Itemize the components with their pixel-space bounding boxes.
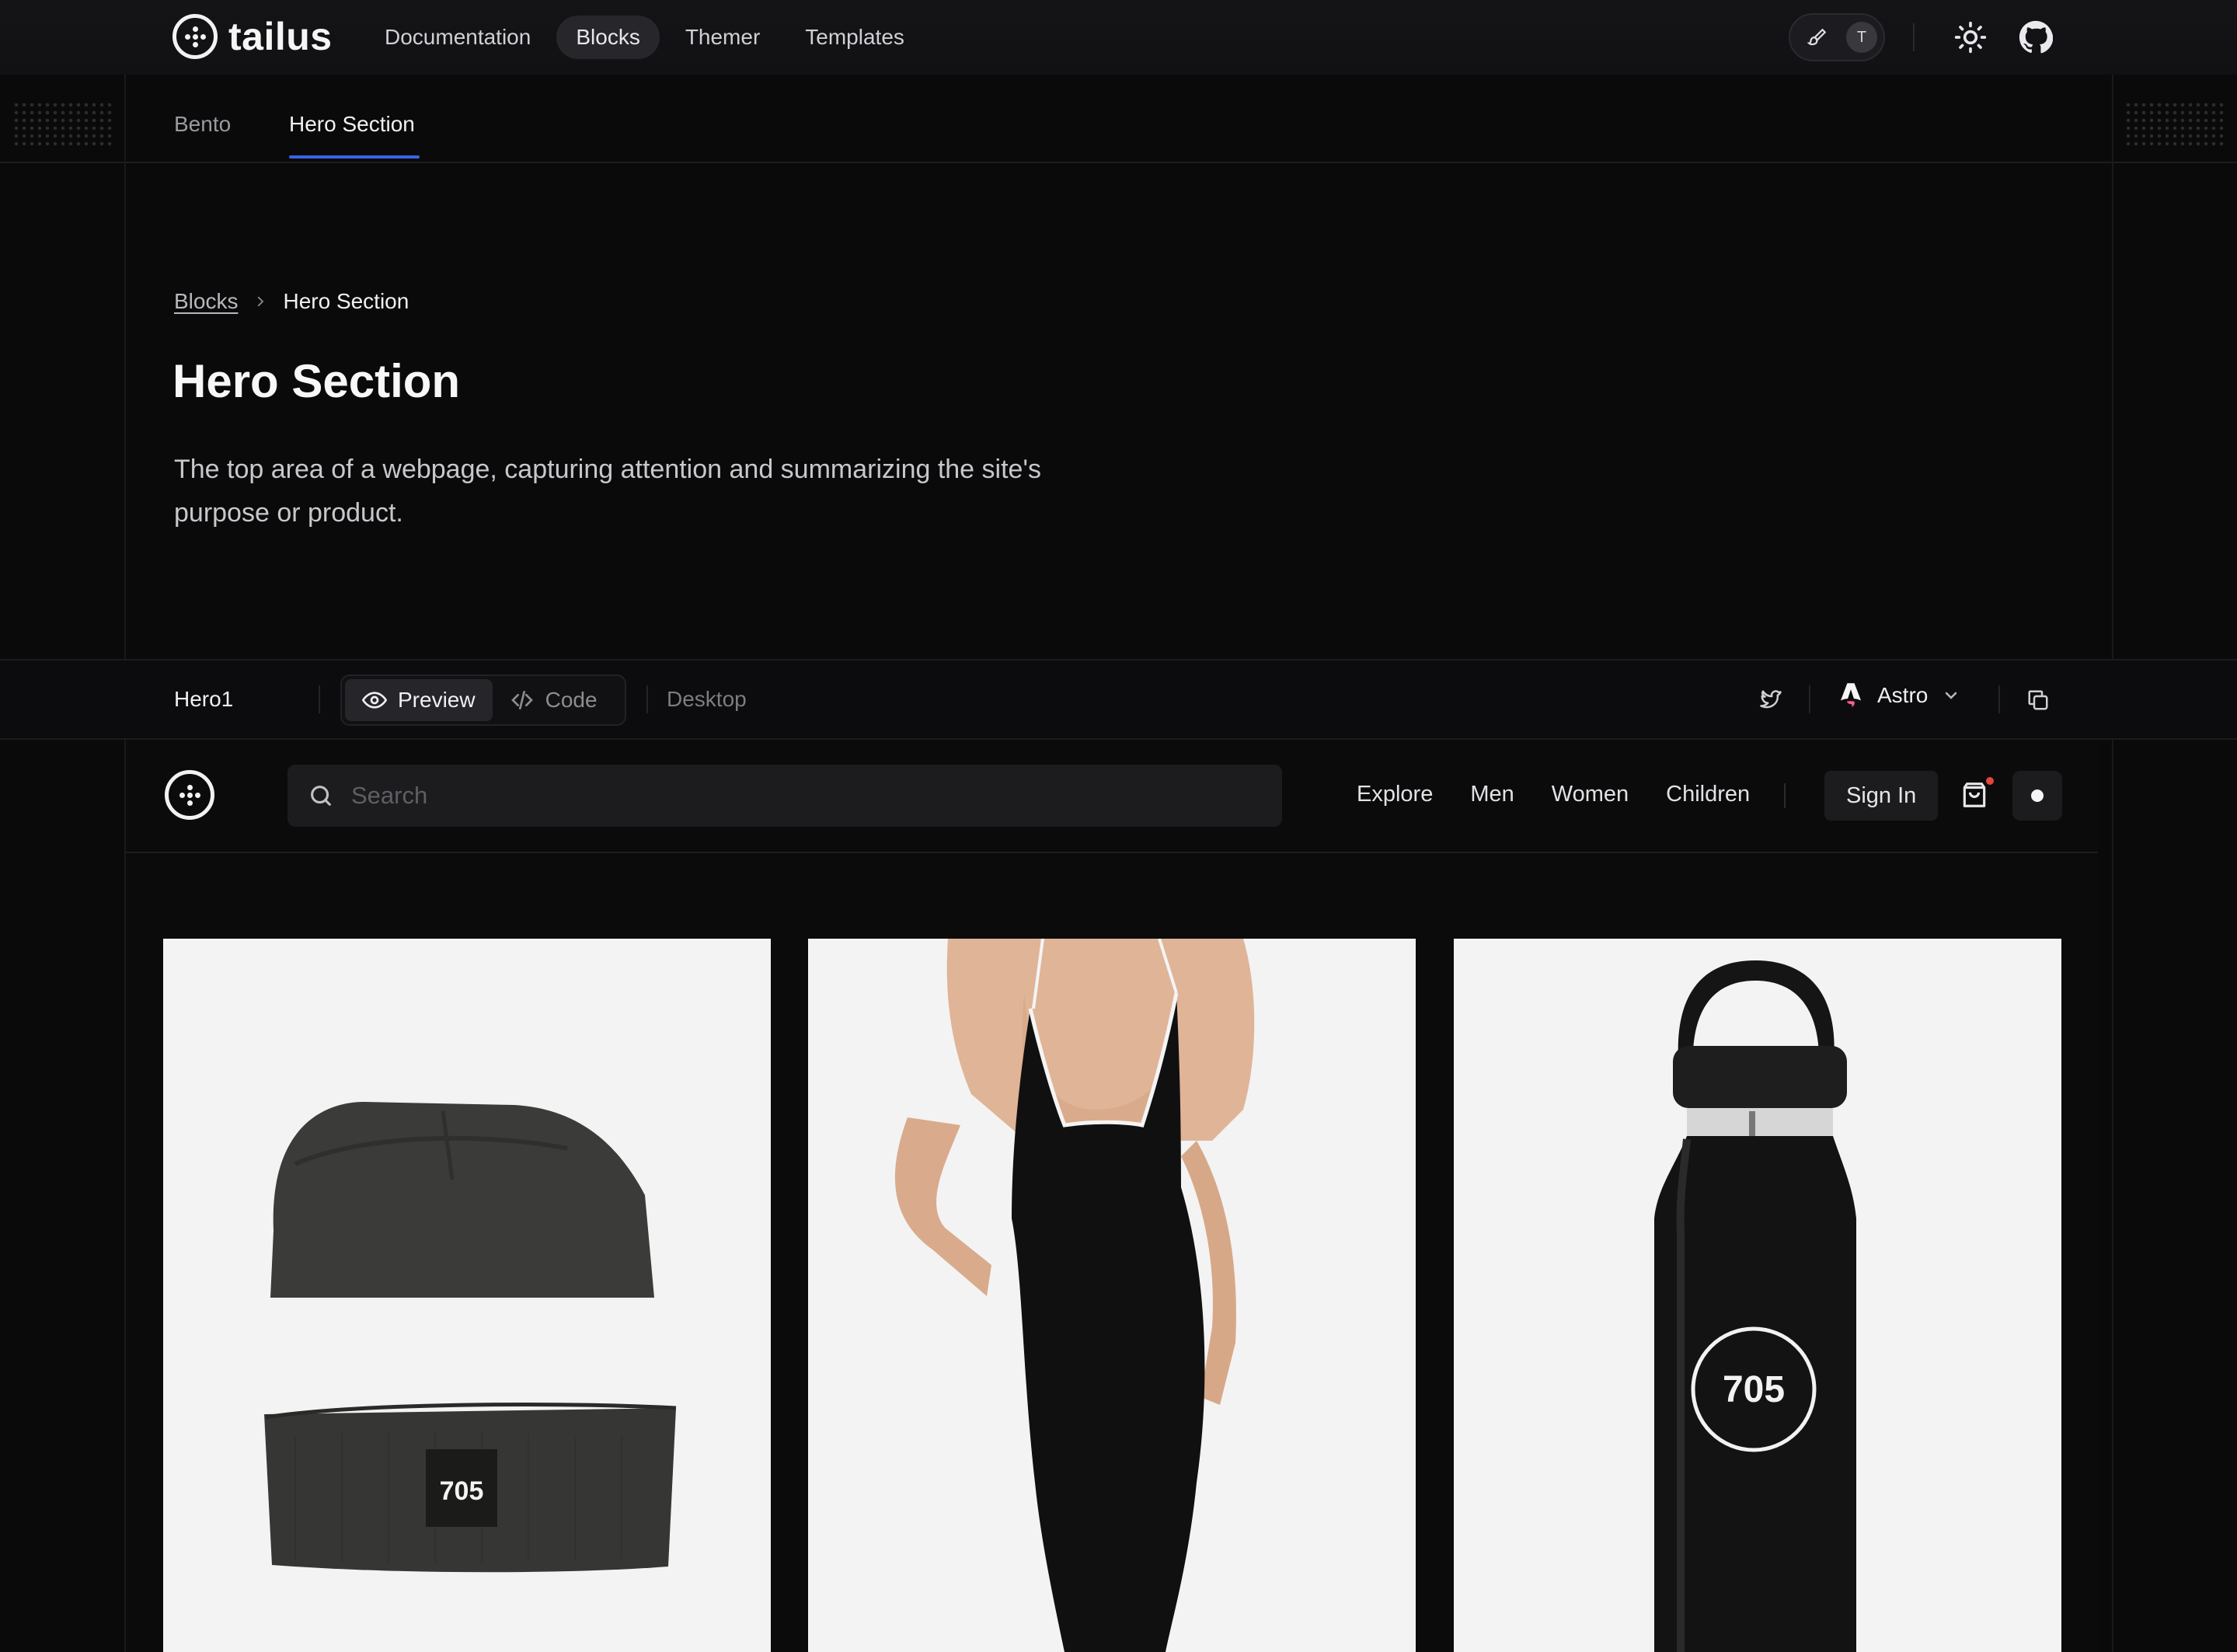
store-nav-explore[interactable]: Explore xyxy=(1357,782,1433,807)
preview-tab[interactable]: Preview xyxy=(345,679,493,721)
active-tab-indicator xyxy=(289,155,420,159)
nav-themer[interactable]: Themer xyxy=(666,16,779,59)
breadcrumb-link-blocks[interactable]: Blocks xyxy=(174,289,238,314)
store-search-input[interactable] xyxy=(351,782,1206,810)
cart-notification-dot xyxy=(1986,777,1994,785)
github-icon[interactable] xyxy=(2019,20,2053,54)
tab-hero-section[interactable]: Hero Section xyxy=(289,112,415,137)
toolbar-divider xyxy=(1809,685,1810,713)
view-switcher: Preview Code xyxy=(340,674,626,726)
brush-icon xyxy=(1807,28,1827,46)
toolbar-divider xyxy=(1998,685,2000,713)
product-card-beanie[interactable]: 705 xyxy=(163,939,771,1652)
dress-image xyxy=(894,939,1255,1652)
toolbar-divider xyxy=(646,685,648,713)
eye-icon xyxy=(362,692,387,709)
theme-avatar: T xyxy=(1846,22,1877,53)
bottle-image: 705 xyxy=(1654,960,1856,1652)
block-name: Hero1 xyxy=(174,687,234,711)
product-card-bottle[interactable]: 705 xyxy=(1454,939,2061,1652)
theme-customizer-button[interactable]: T xyxy=(1789,13,1885,61)
store-nav: Explore Men Women Children xyxy=(1357,782,1750,807)
page-description: The top area of a webpage, capturing att… xyxy=(174,455,1041,528)
beanie-image: 705 xyxy=(264,1102,677,1573)
store-logo-icon[interactable] xyxy=(165,770,214,820)
store-nav-men[interactable]: Men xyxy=(1470,782,1514,807)
sun-icon[interactable] xyxy=(1953,20,1988,54)
code-label: Code xyxy=(545,688,598,712)
store-nav-women[interactable]: Women xyxy=(1552,782,1629,807)
top-navbar: tailus Documentation Blocks Themer Templ… xyxy=(0,0,2237,75)
shopping-bag-icon[interactable] xyxy=(1960,780,1989,810)
page-title: Hero Section xyxy=(172,355,461,407)
device-selector[interactable]: Desktop xyxy=(667,687,747,712)
astro-icon xyxy=(1840,683,1862,708)
nav-divider xyxy=(1913,23,1915,51)
breadcrumb-current: Hero Section xyxy=(283,289,409,313)
code-icon xyxy=(510,691,533,709)
twitter-icon[interactable] xyxy=(1759,688,1782,712)
preview-label: Preview xyxy=(398,688,476,712)
framework-selector[interactable]: Astro xyxy=(1838,682,1960,709)
store-nav-divider xyxy=(1784,783,1786,808)
beanie-badge-text: 705 xyxy=(440,1476,484,1506)
brand-logo[interactable]: tailus xyxy=(172,14,333,59)
layout-guide-right xyxy=(2112,0,2113,1652)
nav-templates[interactable]: Templates xyxy=(786,16,924,59)
brand-name: tailus xyxy=(228,15,333,58)
bottle-badge-text: 705 xyxy=(1723,1369,1785,1410)
chevron-down-icon xyxy=(1946,692,1957,699)
store-header-divider xyxy=(126,852,2098,853)
product-card-dress[interactable] xyxy=(808,939,1416,1652)
theme-toggle-button[interactable] xyxy=(2012,771,2062,821)
framework-label: Astro xyxy=(1877,683,1929,707)
copy-icon[interactable] xyxy=(2026,688,2050,712)
nav-blocks[interactable]: Blocks xyxy=(556,16,660,59)
chevron-right-icon xyxy=(258,296,264,307)
sign-in-button[interactable]: Sign In xyxy=(1824,771,1939,821)
main-nav: Documentation Blocks Themer Templates xyxy=(365,16,924,59)
preview-toolbar: Hero1 Preview Code Desktop Astro xyxy=(0,659,2237,740)
search-icon xyxy=(311,786,331,806)
store-search-bar[interactable] xyxy=(287,765,1282,827)
logo-icon xyxy=(172,14,218,59)
dot-icon xyxy=(2031,789,2044,802)
code-tab[interactable]: Code xyxy=(493,679,615,721)
store-nav-children[interactable]: Children xyxy=(1666,782,1750,807)
sub-nav: Bento Hero Section xyxy=(0,85,2237,163)
tab-bento[interactable]: Bento xyxy=(174,112,231,137)
toolbar-divider xyxy=(319,685,320,713)
breadcrumb: Blocks Hero Section xyxy=(174,289,409,314)
nav-documentation[interactable]: Documentation xyxy=(365,16,550,59)
